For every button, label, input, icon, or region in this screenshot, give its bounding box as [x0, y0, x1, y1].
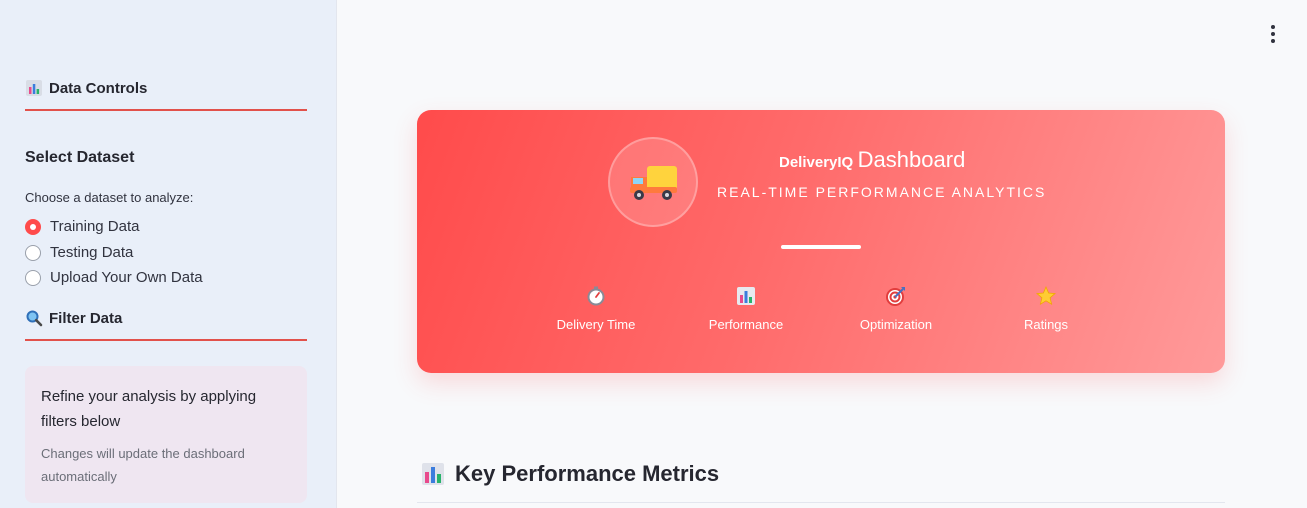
magnifier-icon [26, 310, 43, 327]
feature-ratings: Ratings [986, 286, 1106, 332]
sidebar: Data Controls Select Dataset Choose a da… [0, 0, 337, 508]
brand-name: DeliveryIQ [779, 154, 854, 171]
star-icon [1036, 286, 1056, 306]
radio-indicator[interactable] [25, 244, 41, 261]
delivery-truck-icon [630, 166, 677, 200]
section-divider [417, 502, 1225, 503]
kebab-dot [1271, 25, 1275, 29]
hero-title: DeliveryIQ Dashboard [779, 147, 965, 173]
feature-optimization: Optimization [836, 286, 956, 332]
dashboard-title: Dashboard [857, 147, 966, 172]
radio-training-data[interactable]: Training Data [25, 218, 140, 235]
radio-indicator[interactable] [25, 218, 41, 235]
radio-indicator[interactable] [25, 269, 41, 286]
radio-label: Training Data [50, 218, 140, 235]
feature-label: Ratings [1023, 317, 1069, 332]
bar-chart-icon [26, 80, 42, 96]
radio-label: Upload Your Own Data [50, 269, 203, 286]
data-controls-label: Data Controls [49, 79, 148, 97]
divider [25, 109, 307, 111]
filter-info-subtext: Changes will update the dashboard automa… [41, 446, 245, 484]
filter-data-header: Filter Data [25, 309, 307, 327]
bar-chart-icon [422, 463, 444, 485]
radio-testing-data[interactable]: Testing Data [25, 244, 133, 261]
data-controls-header: Data Controls [25, 79, 307, 97]
kebab-dot [1271, 39, 1275, 43]
feature-label: Delivery Time [556, 317, 636, 332]
select-dataset-title: Select Dataset [25, 149, 135, 166]
radio-upload-data[interactable]: Upload Your Own Data [25, 269, 203, 286]
hero-divider [781, 245, 861, 249]
radio-label: Testing Data [50, 244, 134, 261]
hero-banner: DeliveryIQ Dashboard REAL-TIME PERFORMAN… [417, 110, 1225, 373]
filter-data-label: Filter Data [49, 309, 123, 327]
feature-delivery-time: Delivery Time [536, 286, 656, 332]
key-metrics-title: Key Performance Metrics [455, 461, 720, 486]
select-dataset-help: Choose a dataset to analyze: [25, 190, 194, 205]
hero-subtitle: REAL-TIME PERFORMANCE ANALYTICS [717, 184, 1047, 200]
feature-label: Optimization [859, 317, 933, 332]
feature-performance: Performance [686, 286, 806, 332]
target-icon [886, 287, 905, 306]
logo-badge [608, 137, 698, 227]
filter-info-text: Refine your analysis by applying filters… [41, 388, 257, 430]
key-metrics-header: Key Performance Metrics [421, 461, 719, 487]
main-menu-button[interactable] [1263, 24, 1283, 44]
stopwatch-icon [587, 286, 605, 306]
feature-label: Performance [708, 317, 784, 332]
divider [25, 339, 307, 341]
kebab-dot [1271, 32, 1275, 36]
filter-info-box: Refine your analysis by applying filters… [25, 366, 307, 503]
bar-chart-icon [737, 287, 755, 305]
